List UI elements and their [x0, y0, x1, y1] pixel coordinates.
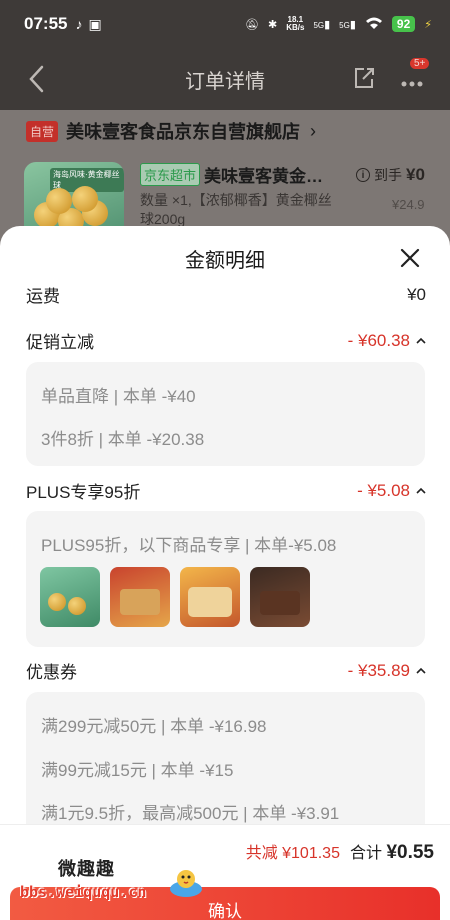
original-price: ¥24.9	[392, 197, 425, 212]
share-icon[interactable]	[352, 66, 376, 90]
mascot-icon	[170, 870, 202, 897]
plus-product-thumb[interactable]	[40, 567, 100, 627]
mute-icon: 🔕︎	[245, 18, 259, 31]
tiktok-icon: ♪	[75, 15, 83, 32]
promo-item: 单品直降 | 本单 -¥40	[41, 387, 196, 406]
chevron-right-icon: ›	[310, 120, 317, 141]
back-icon[interactable]	[26, 64, 48, 94]
status-app-icons: ♪ ▣	[75, 16, 101, 33]
wifi-icon	[365, 16, 383, 33]
thumb-food	[120, 589, 160, 615]
plus-value-wrap: - ¥5.08	[357, 481, 426, 501]
coupon-value-wrap: - ¥35.89	[348, 661, 426, 681]
sheet-title: 金额明细	[185, 250, 265, 272]
more-icon[interactable]	[400, 70, 424, 90]
plus-product-thumb[interactable]	[180, 567, 240, 627]
net-speed-unit: KB/s	[286, 23, 305, 32]
signal-2-label: 5G	[339, 20, 350, 30]
coupon-label: 优惠券	[26, 663, 77, 682]
network-speed: 18.1 KB/s	[286, 16, 304, 32]
coupon-item: 满299元减50元 | 本单 -¥16.98	[41, 717, 267, 736]
plus-label: PLUS专享95折	[26, 483, 141, 502]
product-name[interactable]: 美味壹客黄金…	[204, 162, 323, 187]
store-row[interactable]: 自营 美味壹客食品京东自营旗舰店 ›	[26, 118, 316, 144]
thumb-food	[188, 587, 232, 617]
total-row: 共减 ¥101.35 合计 ¥0.55	[246, 839, 434, 864]
promo-item: 3件8折 | 本单 -¥20.38	[41, 430, 205, 449]
detail-scroll-area[interactable]: 运费 ¥0 促销立减 - ¥60.38 单品直降 | 本单 -¥40 3件8折 …	[0, 284, 450, 824]
coupon-item: 满1元9.5折，最高减500元 | 本单 -¥3.91	[41, 804, 340, 823]
plus-value: - ¥5.08	[357, 480, 410, 500]
chevron-up-icon[interactable]	[416, 486, 426, 496]
chevron-up-icon[interactable]	[416, 666, 426, 676]
sum-label: 合计	[349, 845, 382, 862]
page-title: 订单详情	[185, 70, 265, 93]
signal-icon-1: 5G▮	[313, 18, 331, 31]
product-desc: 数量 ×1,【浓郁椰香】黄金椰丝球200g	[140, 192, 332, 227]
shipping-row: 运费 ¥0	[26, 284, 426, 307]
sum-value: ¥0.55	[386, 842, 434, 863]
coupon-value: - ¥35.89	[347, 660, 410, 680]
nav-bar: 订单详情 5+	[0, 48, 450, 110]
promo-row[interactable]: 促销立减 - ¥60.38	[26, 328, 426, 353]
watermark: 微趣趣 bbs.weiququ.cn	[20, 855, 210, 909]
notification-icon: ▣	[88, 15, 102, 32]
price-label: 到手	[374, 167, 402, 183]
amount-detail-sheet: 金额明细 运费 ¥0 促销立减 - ¥60.38 单品直降 | 本单 -¥40 …	[0, 226, 450, 920]
plus-product-thumb[interactable]	[110, 567, 170, 627]
promo-label: 促销立减	[26, 333, 94, 352]
status-right: 🔕︎ ✱ 18.1 KB/s 5G▮ 5G▮ 92 ⚡	[245, 16, 432, 33]
jd-supermarket-tag: 京东超市	[140, 163, 201, 186]
battery-indicator: 92	[391, 16, 416, 32]
price-value: ¥0	[406, 165, 425, 184]
coupon-row[interactable]: 优惠券 - ¥35.89	[26, 658, 426, 683]
price-info[interactable]: i 到手 ¥0	[356, 165, 425, 185]
coupon-detail-box: 满299元减50元 | 本单 -¥16.98 满99元减15元 | 本单 -¥1…	[26, 692, 425, 824]
store-name: 美味壹客食品京东自营旗舰店	[66, 122, 301, 142]
signal-icon-2: 5G▮	[339, 18, 356, 31]
watermark-brand: 微趣趣	[58, 859, 115, 879]
status-time: 07:55	[24, 14, 68, 33]
thumb-food	[260, 591, 300, 615]
thumb-ball	[68, 597, 86, 615]
signal-1-label: 5G	[313, 20, 325, 30]
sheet-footer: 共减 ¥101.35 合计 ¥0.55 确认 微趣趣 bbs.weiququ.c…	[0, 824, 450, 920]
plus-row[interactable]: PLUS专享95折 - ¥5.08	[26, 478, 426, 503]
product-ball	[72, 186, 98, 212]
info-icon[interactable]: i	[356, 168, 370, 182]
promo-value-wrap: - ¥60.38	[348, 331, 426, 351]
plus-detail-box: PLUS95折，以下商品专享 | 本单-¥5.08	[26, 511, 425, 647]
bluetooth-icon: ✱	[267, 18, 278, 31]
total-reduction: 共减 ¥101.35	[245, 845, 340, 862]
product-ball	[46, 188, 72, 214]
close-icon[interactable]	[398, 246, 422, 270]
message-badge: 5+	[410, 58, 430, 69]
promo-detail-box: 单品直降 | 本单 -¥40 3件8折 | 本单 -¥20.38	[26, 362, 425, 466]
thumb-ball	[48, 593, 66, 611]
plus-item: PLUS95折，以下商品专享 | 本单-¥5.08	[41, 536, 337, 555]
shipping-value: ¥0	[407, 284, 426, 304]
watermark-url: bbs.weiququ.cn	[20, 883, 147, 901]
chevron-up-icon[interactable]	[416, 336, 426, 346]
shipping-label: 运费	[26, 287, 60, 306]
total-sum: 合计 ¥0.55	[350, 839, 434, 864]
plus-product-thumb[interactable]	[250, 567, 310, 627]
status-bar: 07:55 ♪ ▣ 🔕︎ ✱ 18.1 KB/s 5G▮ 5G▮ 92 ⚡	[0, 0, 450, 48]
promo-value: - ¥60.38	[347, 330, 410, 350]
charging-icon: ⚡	[424, 18, 432, 31]
self-operated-tag: 自营	[26, 120, 59, 142]
coupon-item: 满99元减15元 | 本单 -¥15	[41, 761, 234, 780]
